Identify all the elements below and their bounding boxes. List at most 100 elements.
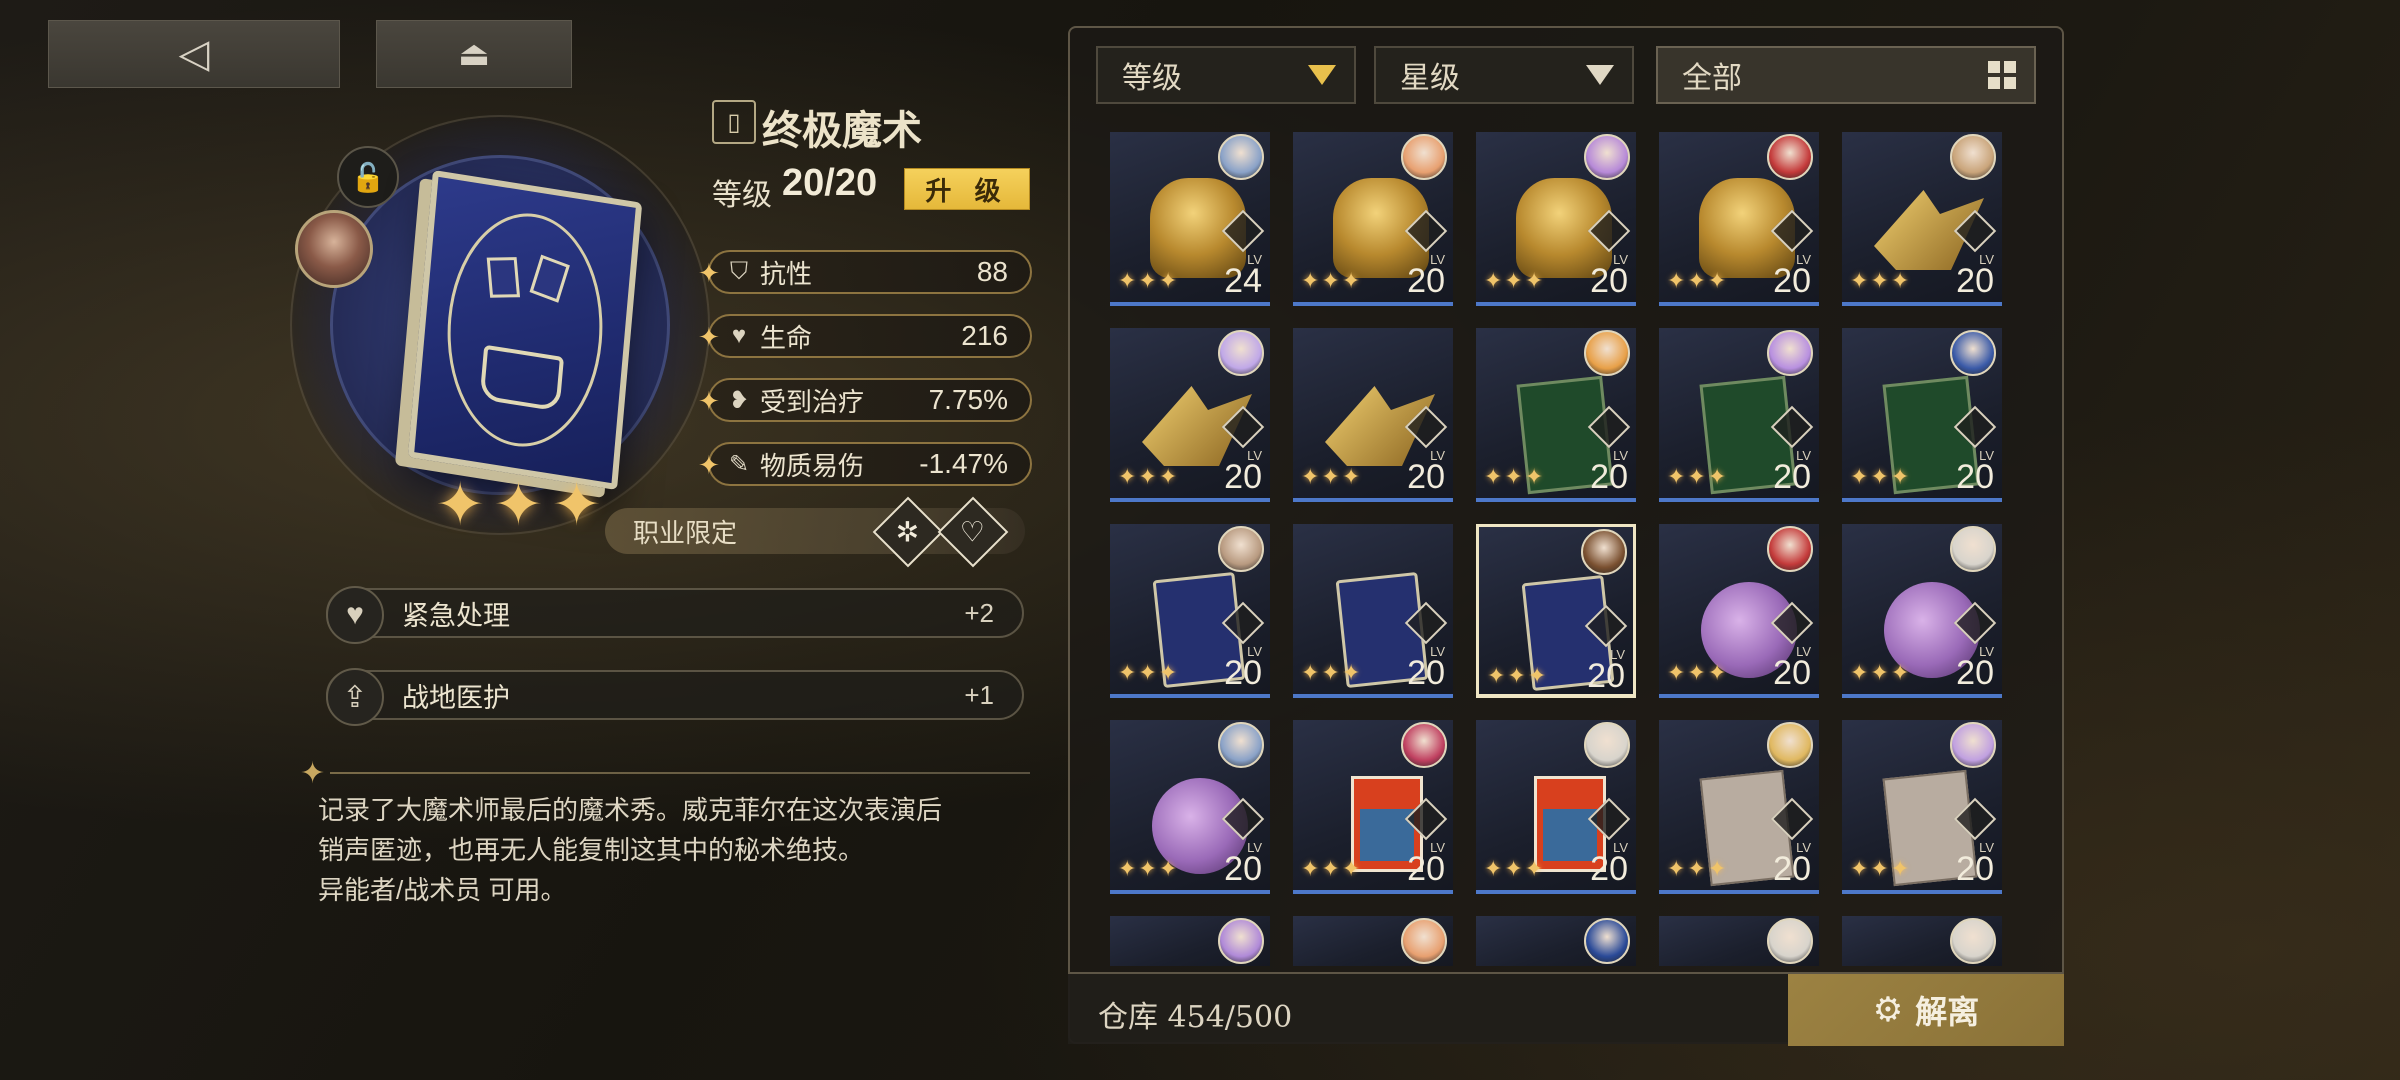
item-thumbnail	[1860, 552, 1980, 678]
inventory-item-card[interactable]: ✦✦✦ LV 20	[1659, 524, 1819, 698]
item-thumbnail	[1128, 748, 1248, 874]
equipped-by-avatar	[1218, 330, 1264, 376]
inventory-item-card[interactable]	[1476, 916, 1636, 966]
item-level: 20	[1590, 850, 1628, 888]
inventory-item-card[interactable]: ✦✦✦ LV 20	[1293, 720, 1453, 894]
inventory-item-card[interactable]: ✦✦✦ LV 20	[1293, 328, 1453, 502]
class-restriction-label: 职业限定	[633, 517, 738, 548]
level-sort-dropdown[interactable]: 等级	[1096, 46, 1356, 104]
spark-icon: ✦	[698, 386, 720, 416]
home-menu-icon: ⏏	[457, 35, 491, 73]
inventory-item-card[interactable]: ✦✦✦ LV 20	[1659, 328, 1819, 502]
stat-resistance: ✦ ⛉ 抗性 88	[698, 250, 1032, 294]
item-level: 20	[1956, 850, 1994, 888]
item-thumbnail	[1860, 356, 1980, 495]
dropdown-label: 星级	[1400, 62, 1460, 95]
rarity-stars: ✦✦✦	[1667, 660, 1729, 685]
stat-hp: ✦ ♥ 生命 216	[698, 314, 1032, 358]
inventory-item-card[interactable]: ✦✦✦ LV 20	[1293, 524, 1453, 698]
item-thumbnail	[1128, 552, 1246, 688]
spark-icon: ✦	[698, 450, 720, 480]
skill-bonus: +1	[964, 679, 994, 710]
inventory-item-card[interactable]: ✦✦✦ LV 20	[1659, 720, 1819, 894]
inventory-item-card[interactable]: ✦✦✦ LV 20	[1110, 524, 1270, 698]
inventory-item-card[interactable]: ✦✦✦ LV 20	[1110, 328, 1270, 502]
chevron-down-icon	[1586, 65, 1614, 85]
stat-value: 88	[976, 256, 1008, 287]
stat-label: 生命	[760, 322, 813, 353]
inventory-item-card[interactable]: ✦✦✦ LV 20	[1476, 524, 1636, 698]
inventory-item-card[interactable]	[1842, 916, 2002, 966]
inventory-item-card[interactable]: ✦✦✦ LV 20	[1476, 720, 1636, 894]
dismantle-button[interactable]: ⚙ 解离	[1788, 974, 2064, 1046]
inventory-item-card[interactable]: ✦✦✦ LV 20	[1659, 132, 1819, 306]
inventory-item-card[interactable]	[1293, 916, 1453, 966]
inventory-item-card[interactable]: ✦✦✦ LV 20	[1293, 132, 1453, 306]
rarity-stars: ✦✦✦	[1484, 856, 1546, 881]
inventory-item-card[interactable]: ✦✦✦ LV 20	[1842, 720, 2002, 894]
stat-label: 抗性	[760, 258, 813, 289]
description-line: 异能者/战术员 可用。	[318, 875, 567, 905]
category-filter[interactable]: 全部	[1656, 46, 2036, 104]
stat-value: 7.75%	[928, 384, 1008, 415]
rarity-stars: ✦✦✦	[1118, 660, 1180, 685]
equipped-by-avatar	[1581, 529, 1627, 575]
inventory-item-card[interactable]: ✦✦✦ LV 20	[1842, 328, 2002, 502]
item-thumbnail	[1677, 160, 1795, 278]
equipped-by-avatar	[1584, 134, 1630, 180]
rarity-stars: ✦✦✦	[1484, 268, 1546, 293]
back-button[interactable]: ◁	[48, 20, 340, 88]
equipped-by-avatar	[1584, 722, 1630, 768]
equipped-by-avatar	[1218, 526, 1264, 572]
stat-label: 物质易伤	[760, 450, 865, 481]
equipped-by-avatar	[1767, 722, 1813, 768]
item-level: 20	[1407, 654, 1445, 692]
chevron-down-icon	[1308, 65, 1336, 85]
inventory-item-card[interactable]: ✦✦✦ LV 20	[1476, 132, 1636, 306]
skill-label: 战地医护	[402, 682, 510, 713]
inventory-item-card[interactable]	[1659, 916, 1819, 966]
inventory-item-card[interactable]	[1110, 916, 1270, 966]
level-label: 等级	[712, 179, 772, 212]
item-thumbnail	[1311, 160, 1429, 278]
item-level: 24	[1224, 262, 1262, 300]
inventory-item-card[interactable]: ✦✦✦ LV 20	[1110, 720, 1270, 894]
item-thumbnail	[1677, 356, 1797, 495]
home-button[interactable]: ⏏	[376, 20, 572, 88]
rarity-stars: ✦✦✦	[1850, 268, 1912, 293]
rarity-stars: ✦✦✦	[1301, 660, 1363, 685]
equipped-by-avatar	[1767, 918, 1813, 964]
lock-toggle-button[interactable]: 🔓	[337, 146, 399, 208]
inventory-item-card[interactable]: ✦✦✦ LV 20	[1842, 524, 2002, 698]
equipped-by-avatar	[1584, 918, 1630, 964]
rarity-stars: ✦✦✦	[1850, 464, 1912, 489]
equipped-by-avatar	[1950, 526, 1996, 572]
item-level: 20	[1773, 654, 1811, 692]
stat-value: -1.47%	[919, 448, 1008, 479]
item-level: 20	[1407, 850, 1445, 888]
equipped-by-avatar	[1584, 330, 1630, 376]
item-level: 20	[1407, 458, 1445, 496]
equipped-by-avatar	[1767, 526, 1813, 572]
inventory-item-card[interactable]: ✦✦✦ LV 20	[1842, 132, 2002, 306]
star-sort-dropdown[interactable]: 星级	[1374, 46, 1634, 104]
skill-field-medic[interactable]: ⇪ 战地医护 +1	[326, 668, 1024, 726]
equipped-character-avatar[interactable]	[295, 210, 373, 288]
item-level: 20	[1773, 458, 1811, 496]
skill-emergency-treatment[interactable]: ♥ 紧急处理 +2	[326, 586, 1024, 644]
item-level: 20	[1590, 262, 1628, 300]
field-medic-icon: ⇪	[326, 668, 384, 726]
spark-icon: ✦	[698, 258, 720, 288]
inventory-item-card[interactable]: ✦✦✦ LV 20	[1476, 328, 1636, 502]
upgrade-button[interactable]: 升 级	[904, 168, 1030, 210]
dropdown-label: 等级	[1122, 62, 1182, 95]
item-thumbnail	[1311, 748, 1423, 872]
rarity-stars: ✦✦✦	[1667, 268, 1729, 293]
rarity-stars: ✦✦✦	[1667, 856, 1729, 881]
inventory-item-card[interactable]: ✦✦✦ LV 24	[1110, 132, 1270, 306]
description-line: 记录了大魔术师最后的魔术秀。威克菲尔在这次表演后	[318, 795, 943, 825]
rarity-stars: ✦✦✦	[1301, 856, 1363, 881]
item-level: 20	[1956, 654, 1994, 692]
item-image	[407, 169, 643, 491]
rarity-stars: ✦✦✦	[1118, 856, 1180, 881]
